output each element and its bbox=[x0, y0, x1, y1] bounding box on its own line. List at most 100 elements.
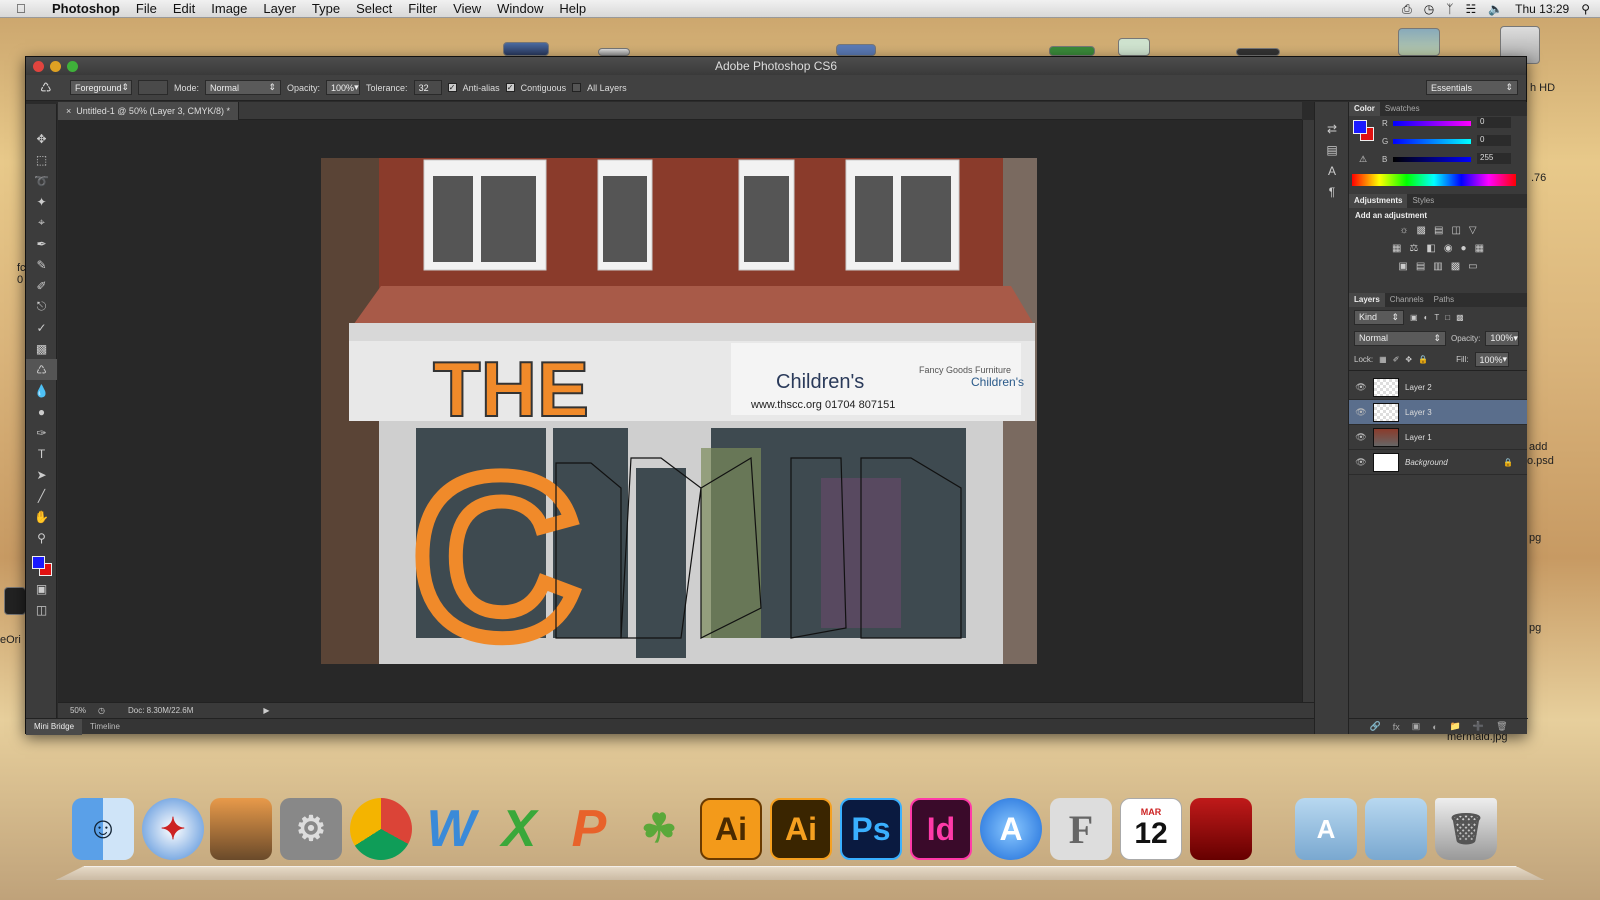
mode-select[interactable]: Normal ⇕ bbox=[205, 80, 282, 95]
link-layers-icon[interactable]: 🔗 bbox=[1369, 721, 1380, 732]
new-adjustment-icon[interactable]: ◐ bbox=[1432, 722, 1437, 732]
layer-name[interactable]: Layer 1 bbox=[1405, 433, 1432, 442]
tab-layers[interactable]: Layers bbox=[1349, 293, 1385, 307]
layer-row-selected[interactable]: 👁 Layer 3 bbox=[1349, 400, 1527, 425]
desktop-image-icon[interactable] bbox=[4, 587, 26, 615]
zoom-level[interactable]: 50% bbox=[58, 706, 98, 715]
illustrator-icon[interactable]: Ai bbox=[700, 798, 762, 860]
channel-mixer-icon[interactable]: ● bbox=[1461, 243, 1467, 254]
pattern-picker[interactable] bbox=[138, 80, 168, 95]
color-lookup-icon[interactable]: ▦ bbox=[1475, 243, 1484, 254]
close-tab-icon[interactable]: × bbox=[66, 106, 71, 116]
visibility-eye-icon[interactable]: 👁 bbox=[1349, 407, 1373, 418]
r-value[interactable]: 0 bbox=[1477, 117, 1511, 128]
menu-window[interactable]: Window bbox=[489, 1, 551, 16]
lock-all-icon[interactable]: 🔒 bbox=[1418, 355, 1428, 364]
tolerance-input[interactable]: 32 bbox=[413, 80, 442, 95]
desktop-file-icon[interactable] bbox=[1236, 48, 1280, 56]
safari-icon[interactable]: ✦ bbox=[142, 798, 204, 860]
eyedropper-tool-icon[interactable]: ✒ bbox=[26, 233, 57, 254]
photoshop-icon[interactable]: Ps bbox=[840, 798, 902, 860]
tab-adjustments[interactable]: Adjustments bbox=[1349, 194, 1408, 208]
printer-icon[interactable]: ⎙ bbox=[1402, 2, 1412, 17]
layer-row[interactable]: 👁 Layer 2 bbox=[1349, 375, 1527, 400]
document-canvas[interactable]: Children's www.thscc.org 01704 807151 Fa… bbox=[321, 158, 1037, 664]
healing-brush-tool-icon[interactable]: ✎ bbox=[26, 254, 57, 275]
photo-booth-icon[interactable] bbox=[1190, 798, 1252, 860]
layer-name[interactable]: Layer 3 bbox=[1405, 408, 1432, 417]
paragraph-panel-icon[interactable]: ¶ bbox=[1315, 181, 1349, 202]
tab-swatches[interactable]: Swatches bbox=[1380, 102, 1425, 116]
time-machine-icon[interactable]: ◷ bbox=[1424, 2, 1434, 16]
antialias-checkbox[interactable]: ✓ bbox=[447, 83, 457, 92]
contiguous-checkbox[interactable]: ✓ bbox=[505, 83, 515, 92]
bluetooth-icon[interactable]: ᛉ bbox=[1446, 2, 1453, 16]
tab-timeline[interactable]: Timeline bbox=[82, 719, 128, 735]
minimize-window-button[interactable] bbox=[50, 61, 61, 72]
iphoto-icon[interactable] bbox=[210, 798, 272, 860]
system-preferences-icon[interactable]: ⚙ bbox=[280, 798, 342, 860]
b-value[interactable]: 255 bbox=[1477, 153, 1511, 164]
quick-mask-icon[interactable]: ▣ bbox=[26, 578, 57, 599]
line-tool-icon[interactable]: ╱ bbox=[26, 485, 57, 506]
menu-filter[interactable]: Filter bbox=[400, 1, 445, 16]
new-layer-icon[interactable]: ➕ bbox=[1473, 721, 1484, 732]
layer-row[interactable]: 👁 Background 🔒 bbox=[1349, 450, 1527, 475]
black-white-icon[interactable]: ◧ bbox=[1426, 243, 1435, 254]
close-window-button[interactable] bbox=[33, 61, 44, 72]
calendar-icon[interactable]: MAR 12 bbox=[1120, 798, 1182, 860]
menu-layer[interactable]: Layer bbox=[255, 1, 304, 16]
finder-icon[interactable]: ☺ bbox=[72, 798, 134, 860]
app-store-icon[interactable]: A bbox=[980, 798, 1042, 860]
documents-folder-icon[interactable] bbox=[1365, 798, 1427, 860]
path-select-tool-icon[interactable]: ➤ bbox=[26, 464, 57, 485]
workspace-select[interactable]: Essentials ⇕ bbox=[1426, 80, 1518, 95]
screen-mode-icon[interactable]: ◫ bbox=[26, 599, 57, 620]
status-info-icon[interactable]: ◷ bbox=[98, 706, 128, 715]
menu-type[interactable]: Type bbox=[304, 1, 348, 16]
blur-tool-icon[interactable]: 💧 bbox=[26, 380, 57, 401]
new-group-icon[interactable]: 📁 bbox=[1450, 721, 1461, 732]
lock-pixels-icon[interactable]: ✐ bbox=[1393, 355, 1400, 364]
chrome-icon[interactable] bbox=[350, 798, 412, 860]
vibrance-icon[interactable]: ▽ bbox=[1469, 225, 1477, 236]
illustrator-icon[interactable]: Ai bbox=[770, 798, 832, 860]
b-slider[interactable] bbox=[1393, 157, 1471, 162]
menu-file[interactable]: File bbox=[128, 1, 165, 16]
hue-saturation-icon[interactable]: ▦ bbox=[1392, 243, 1401, 254]
gamut-warning-icon[interactable]: ⚠ bbox=[1359, 154, 1367, 165]
brush-tool-icon[interactable]: ✐ bbox=[26, 275, 57, 296]
volume-icon[interactable]: 🔈 bbox=[1488, 2, 1503, 16]
layer-blend-mode-select[interactable]: Normal ⇕ bbox=[1354, 330, 1446, 346]
foreground-color-swatch[interactable] bbox=[32, 556, 45, 569]
foreground-color-chip[interactable] bbox=[1353, 120, 1367, 134]
layer-name[interactable]: Background bbox=[1405, 458, 1448, 467]
posterize-icon[interactable]: ▤ bbox=[1416, 261, 1425, 272]
visibility-eye-icon[interactable]: 👁 bbox=[1349, 457, 1373, 468]
g-slider[interactable] bbox=[1393, 139, 1471, 144]
frog-app-icon[interactable]: ☘ bbox=[628, 798, 690, 860]
lasso-tool-icon[interactable]: ➰ bbox=[26, 170, 57, 191]
add-mask-icon[interactable]: ▣ bbox=[1412, 721, 1421, 732]
dodge-tool-icon[interactable]: ● bbox=[26, 401, 57, 422]
menu-select[interactable]: Select bbox=[348, 1, 400, 16]
clone-stamp-tool-icon[interactable]: ⎋ bbox=[26, 296, 57, 317]
layer-row[interactable]: 👁 Layer 1 bbox=[1349, 425, 1527, 450]
desktop-file-icon[interactable] bbox=[1049, 46, 1095, 56]
fontbook-icon[interactable]: F bbox=[1050, 798, 1112, 860]
marquee-tool-icon[interactable]: ⬚ bbox=[26, 149, 57, 170]
gradient-map-icon[interactable]: ▭ bbox=[1468, 261, 1477, 272]
brightness-contrast-icon[interactable]: ☼ bbox=[1399, 225, 1408, 236]
clock[interactable]: Thu 13:29 bbox=[1515, 2, 1569, 16]
character-panel-icon[interactable]: A bbox=[1315, 160, 1349, 181]
tab-channels[interactable]: Channels bbox=[1385, 293, 1429, 307]
pen-tool-icon[interactable]: ✑ bbox=[26, 422, 57, 443]
vertical-scrollbar[interactable] bbox=[1302, 120, 1314, 702]
word-icon[interactable]: W bbox=[420, 798, 482, 860]
indesign-icon[interactable]: Id bbox=[910, 798, 972, 860]
visibility-eye-icon[interactable]: 👁 bbox=[1349, 432, 1373, 443]
history-panel-icon[interactable]: ⇄ bbox=[1315, 118, 1349, 139]
desktop-file-icon[interactable] bbox=[503, 42, 549, 56]
exposure-icon[interactable]: ◫ bbox=[1451, 225, 1460, 236]
layer-opacity-input[interactable]: 100% ▾ bbox=[1485, 330, 1520, 346]
